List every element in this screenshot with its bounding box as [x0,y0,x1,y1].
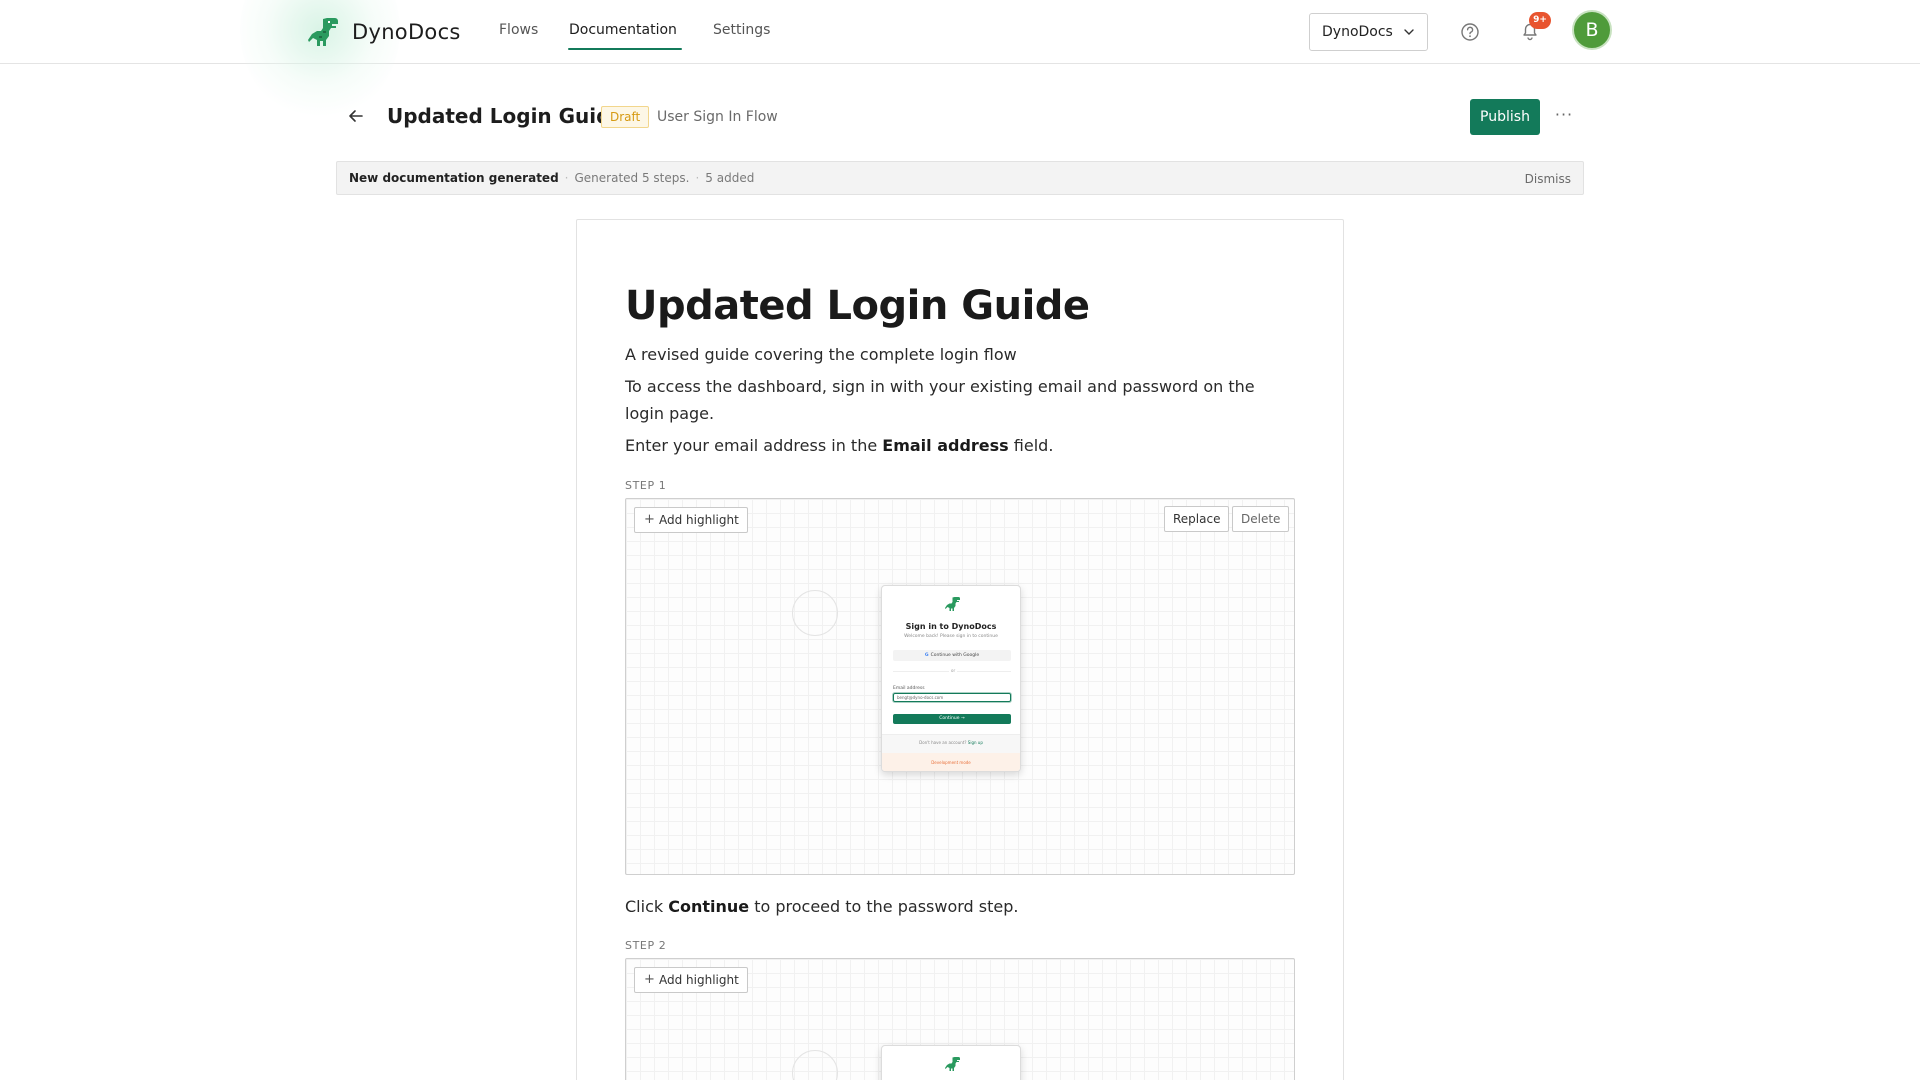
step-2-label: STEP 2 [625,939,667,952]
step-1-screenshot-frame[interactable]: + Add highlight Replace Delete Sign in t… [625,498,1295,875]
step-2-instruction[interactable]: Click Continue to proceed to the passwor… [625,893,1285,920]
preview-google-button: G Continue with Google [893,650,1011,661]
plus-icon: + [644,972,655,987]
dinosaur-logo-icon [308,18,338,46]
add-highlight-button[interactable]: + Add highlight [634,967,748,993]
document-title[interactable]: Updated Login Guide [625,283,1090,329]
add-highlight-label: Add highlight [659,513,739,527]
step-2-text: Click [625,897,669,916]
top-navigation-bar: DynoDocs Flows Documentation Settings Dy… [0,0,1920,120]
highlight-marker-ring[interactable] [792,590,838,636]
document-intro-paragraph[interactable]: To access the dashboard, sign in with yo… [625,373,1285,427]
banner-generated-count: Generated 5 steps. [574,171,690,185]
preview-email-label: Email address [893,686,925,691]
workspace-select-value: DynoDocs [1322,24,1393,40]
replace-screenshot-button[interactable]: Replace [1164,506,1230,532]
back-arrow-icon[interactable] [346,106,366,126]
brand-name: DynoDocs [352,20,461,44]
step-2-screenshot-frame[interactable]: + Add highlight [625,958,1295,1080]
preview-sign-up-link: Sign up [967,740,983,745]
preview-subtitle: Welcome back! Please sign in to continue [904,634,998,639]
more-options-icon[interactable]: ··· [1553,106,1575,128]
screenshot-preview [881,1045,1021,1080]
preview-email-input: bengt@dyno-docs.com [893,693,1011,702]
help-icon[interactable] [1459,21,1481,43]
status-badge: Draft [601,106,650,128]
step-2-button-name: Continue [668,897,750,916]
banner-separator: · [695,171,700,185]
preview-divider-label: or [949,668,958,673]
workspace-select[interactable]: DynoDocs [1309,13,1428,51]
dinosaur-logo-icon [945,597,960,611]
preview-no-account-text: Don't have an account? [919,740,967,745]
step-2-text-end: to proceed to the password step. [749,897,1019,916]
dinosaur-logo-icon [945,1057,960,1071]
preview-title: Sign in to DynoDocs [905,622,997,631]
flow-name-link[interactable]: User Sign In Flow [657,109,778,125]
user-avatar[interactable]: B [1572,10,1612,50]
preview-google-label: Continue with Google [930,653,980,658]
nav-tab-documentation[interactable]: Documentation [569,22,677,38]
preview-no-account: Don't have an account? Sign up [882,740,1020,745]
google-icon: G [924,653,929,658]
step-1-text-end: field. [1008,436,1054,455]
highlight-marker-ring[interactable] [792,1050,838,1080]
nav-tab-flows[interactable]: Flows [499,22,538,38]
preview-footer: Don't have an account? Sign up Developme… [882,734,1020,771]
nav-tab-settings[interactable]: Settings [713,22,770,38]
preview-continue-button: Continue → [893,714,1011,724]
banner-title: New documentation generated [349,171,559,185]
step-1-text: Enter your email address in the [625,436,883,455]
banner-added-count: 5 added [705,171,755,185]
preview-dev-mode-banner: Development mode [882,753,1020,771]
delete-screenshot-button[interactable]: Delete [1232,506,1290,532]
add-highlight-button[interactable]: + Add highlight [634,507,748,533]
preview-divider: or [893,668,1011,673]
active-tab-indicator [568,48,682,50]
banner-separator: · [564,171,569,185]
step-1-label: STEP 1 [625,479,667,492]
sign-in-screenshot-preview: Sign in to DynoDocs Welcome back! Please… [881,585,1021,772]
add-highlight-label: Add highlight [659,973,739,987]
generation-notice-banner: New documentation generated · Generated … [336,161,1584,195]
brand-home-link[interactable]: DynoDocs [306,16,461,48]
step-1-instruction[interactable]: Enter your email address in the Email ad… [625,432,1285,459]
publish-button[interactable]: Publish [1470,99,1540,135]
plus-icon: + [644,512,655,527]
notification-count-badge: 9+ [1529,12,1551,29]
page-title: Updated Login Guide [387,104,625,128]
document-subtitle[interactable]: A revised guide covering the complete lo… [625,341,1285,368]
step-1-field-name: Email address [882,436,1009,455]
chevron-down-icon [1404,29,1414,35]
dismiss-button[interactable]: Dismiss [1525,172,1571,186]
